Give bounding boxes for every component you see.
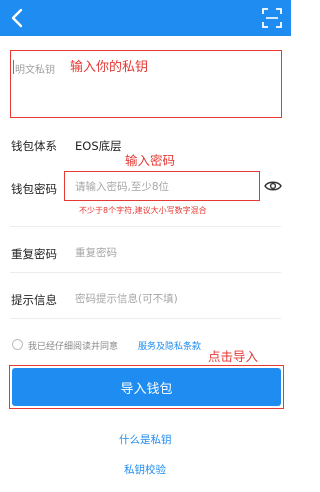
terms-link[interactable]: 服务及隐私条款 (138, 339, 201, 352)
import-wallet-button[interactable]: 导入钱包 (12, 368, 281, 406)
divider (10, 318, 281, 319)
eye-icon[interactable] (264, 179, 282, 193)
repeat-password-label: 重复密码 (11, 247, 57, 261)
prompt-info-input[interactable] (75, 291, 265, 307)
text-caret (13, 60, 14, 74)
agreement-text: 我已经仔细阅读并同意 (28, 342, 119, 352)
divider (10, 226, 281, 227)
annotation-password: 输入密码 (125, 153, 176, 168)
repeat-password-input[interactable] (75, 245, 255, 261)
annotation-private-key: 输入你的私钥 (70, 60, 149, 75)
annotation-import: 点击导入 (208, 349, 259, 364)
wallet-password-input[interactable] (75, 179, 245, 195)
prompt-info-label: 提示信息 (11, 293, 57, 307)
scan-icon[interactable] (260, 6, 284, 30)
wallet-system-value: EOS底层 (75, 139, 122, 153)
divider (10, 272, 281, 273)
agreement-checkbox[interactable] (12, 339, 23, 350)
chevron-left-icon[interactable] (6, 6, 30, 30)
wallet-system-label: 钱包体系 (11, 139, 57, 153)
verify-private-key-link[interactable]: 私钥校验 (124, 462, 166, 477)
wallet-password-label: 钱包密码 (11, 182, 57, 196)
what-is-private-key-link[interactable]: 什么是私钥 (119, 432, 172, 447)
top-bar (0, 0, 291, 36)
password-hint: 不少于8个字符,建议大小写数字混合 (79, 206, 207, 215)
